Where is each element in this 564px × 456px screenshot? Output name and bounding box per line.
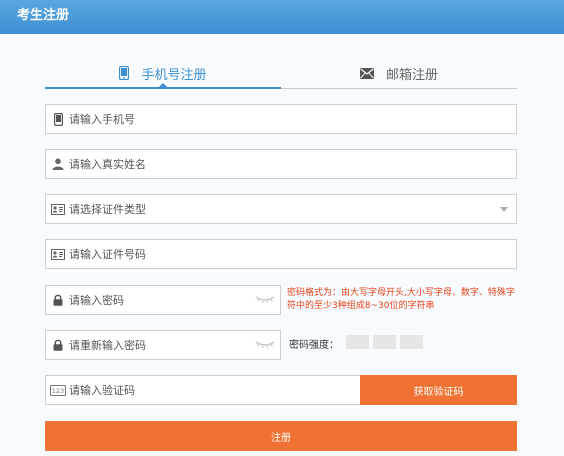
svg-text:123: 123 [52, 387, 64, 395]
register-button[interactable]: 注册 [45, 421, 517, 451]
user-icon [47, 158, 69, 170]
id-number-field [45, 239, 517, 269]
strength-level-strong [400, 335, 423, 349]
id-type-select[interactable]: 请选择证件类型 [45, 194, 517, 224]
password-format-hint: 密码格式为：由大写字母开头,大小写字母、数字、特殊字符中的至少3种组成8~30位… [287, 288, 515, 311]
eye-closed-icon[interactable] [255, 294, 275, 307]
name-field [45, 149, 517, 179]
lock-icon [47, 294, 69, 306]
page-title: 考生注册 [17, 8, 70, 23]
lock-icon [47, 339, 69, 351]
captcha-field: 123 [45, 375, 361, 405]
phone-input[interactable] [69, 112, 516, 126]
id-card-icon [47, 248, 69, 260]
captcha-input[interactable] [69, 383, 360, 397]
tab-phone-label: 手机号注册 [141, 67, 207, 83]
registration-tabs: 手机号注册 邮箱注册 [45, 58, 517, 90]
tab-divider-line [281, 88, 517, 89]
password-confirm-input[interactable] [69, 338, 280, 352]
id-card-icon [47, 203, 69, 215]
real-name-input[interactable] [69, 157, 516, 171]
password-confirm-field [45, 330, 281, 360]
code-123-icon: 123 [47, 384, 69, 396]
page-header: 考生注册 [0, 0, 564, 34]
envelope-icon [359, 67, 374, 79]
get-code-button[interactable]: 获取验证码 [360, 375, 517, 405]
eye-closed-icon[interactable] [255, 339, 275, 352]
phone-field [45, 104, 517, 134]
password-input[interactable] [69, 293, 280, 307]
password-strength-label: 密码强度： [289, 340, 339, 351]
registration-page: 考生注册 手机号注册 邮箱注册 请输入手机号 请输入真实姓名 请选择证件类型 请… [0, 0, 564, 456]
password-field [45, 285, 281, 315]
strength-level-medium [373, 335, 396, 349]
chevron-down-icon [500, 207, 508, 212]
phone-icon [119, 66, 130, 80]
tab-email-register[interactable]: 邮箱注册 [281, 58, 517, 88]
id-type-placeholder: 请选择证件类型 [69, 203, 146, 216]
phone-icon [47, 112, 69, 126]
active-tab-caret [158, 83, 168, 88]
strength-level-weak [346, 335, 369, 349]
id-number-input[interactable] [69, 247, 516, 261]
tab-email-label: 邮箱注册 [385, 67, 438, 83]
